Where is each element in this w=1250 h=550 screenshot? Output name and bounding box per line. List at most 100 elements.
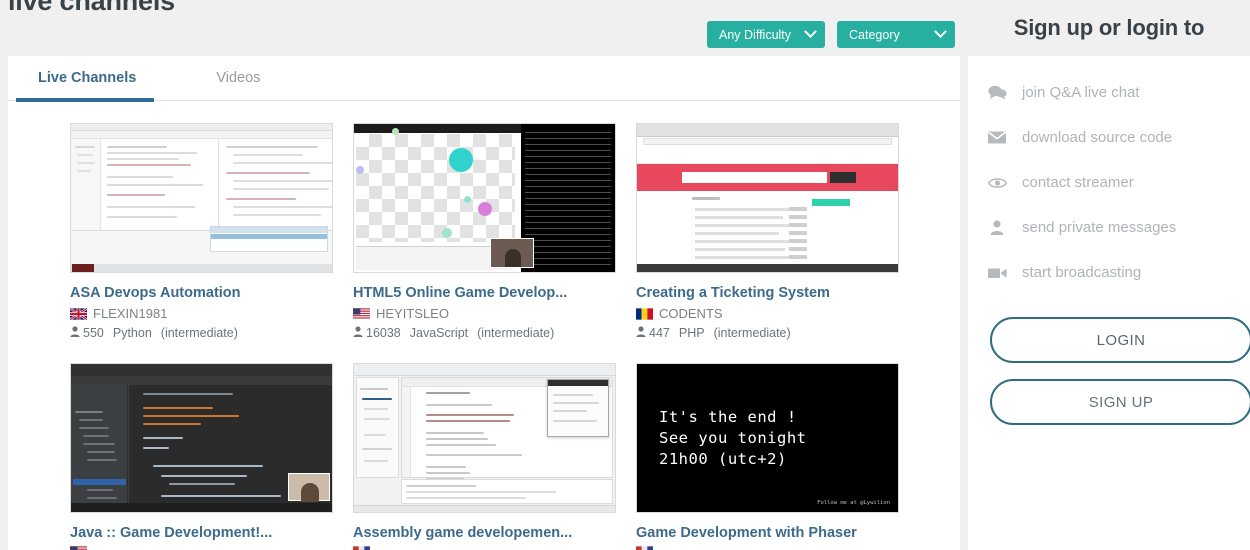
main-panel: Live Channels Videos ASA Devops Automati… [8, 56, 960, 550]
sidebar-feature-label: contact streamer [1022, 174, 1134, 191]
page-root: live channels Any Difficulty Category Li… [0, 0, 1250, 550]
viewer-count-value: 550 [83, 326, 104, 340]
channel-meta: 447 PHP (intermediate) [636, 326, 899, 340]
difficulty-filter-label: Any Difficulty [719, 27, 792, 42]
channel-difficulty: (intermediate) [477, 326, 555, 340]
channel-thumbnail[interactable] [353, 363, 616, 513]
sidebar-feature-join-chat: join Q&A live chat [968, 70, 1250, 115]
envelope-icon [986, 131, 1008, 144]
sidebar-feature-start-broadcasting: start broadcasting [968, 250, 1250, 295]
signup-button[interactable]: SIGN UP [990, 379, 1250, 425]
viewer-count: 16038 [353, 326, 401, 340]
channel-card: It's the end ! See you tonight 21h00 (ut… [636, 363, 899, 550]
channel-user-name: HEYITSLEO [376, 306, 449, 321]
uk-flag-icon [69, 306, 88, 321]
channel-card: Java :: Game Development!... [70, 363, 333, 550]
thumbnail-art-light-ide [71, 124, 332, 272]
channel-thumbnail[interactable]: It's the end ! See you tonight 21h00 (ut… [636, 363, 899, 513]
auth-buttons: LOGIN SIGN UP [968, 317, 1250, 425]
channel-meta: 550 Python (intermediate) [70, 326, 333, 340]
sidebar-feature-label: send private messages [1022, 219, 1177, 236]
channel-user-name: CODENTS [659, 306, 723, 321]
login-button[interactable]: LOGIN [990, 317, 1250, 363]
channel-user [70, 546, 333, 550]
channel-user: HEYITSLEO [353, 306, 616, 321]
channel-card: ASA Devops Automation FLEXIN1981 550 Pyt… [69, 123, 333, 363]
sidebar-feature-label: join Q&A live chat [1022, 84, 1140, 101]
channel-card: Creating a Ticketing System CODENTS 447 … [636, 123, 899, 363]
sidebar-body: join Q&A live chat download source code [968, 56, 1250, 550]
slide-line-3: 21h00 (utc+2) [659, 449, 787, 468]
viewer-count-value: 16038 [366, 326, 401, 340]
user-icon [636, 326, 646, 340]
us-flag-icon [70, 546, 87, 550]
difficulty-filter-dropdown[interactable]: Any Difficulty [707, 21, 825, 48]
other-flag-icon [353, 546, 370, 550]
us-flag-icon [353, 307, 370, 320]
channel-user [353, 546, 616, 550]
channel-difficulty: (intermediate) [160, 326, 238, 340]
thumbnail-art-text-slide: It's the end ! See you tonight 21h00 (ut… [637, 364, 898, 512]
thumbnail-art-ticket-site [637, 124, 898, 272]
chevron-down-icon [804, 25, 817, 39]
channel-title[interactable]: Game Development with Phaser [636, 525, 899, 541]
channel-meta: 16038 JavaScript (intermediate) [353, 326, 616, 340]
login-button-label: LOGIN [1096, 331, 1146, 349]
channel-language: Python [112, 326, 152, 340]
tab-live-channels-label: Live Channels [38, 70, 137, 86]
viewer-count-value: 447 [649, 326, 670, 340]
slide-signature: Follow me at @Lywilion [817, 500, 890, 506]
signup-button-label: SIGN UP [1088, 393, 1154, 411]
page-title: live channels [8, 0, 175, 16]
viewer-count: 550 [70, 326, 104, 340]
sidebar-feature-contact-streamer: contact streamer [968, 160, 1250, 205]
channel-thumbnail[interactable] [70, 363, 333, 513]
category-filter-label: Category [849, 27, 900, 42]
viewer-count: 447 [636, 326, 670, 340]
sidebar-feature-label: start broadcasting [1022, 264, 1142, 281]
channel-thumbnail[interactable] [353, 123, 616, 273]
channel-title[interactable]: Java :: Game Development!... [70, 525, 333, 541]
channel-thumbnail[interactable] [636, 123, 899, 273]
channel-language: JavaScript [409, 326, 469, 340]
channel-card: Assembly game developemen... [353, 363, 616, 550]
sidebar-feature-label: download source code [1022, 129, 1173, 146]
channel-language: PHP [678, 326, 705, 340]
sidebar-feature-download-source: download source code [968, 115, 1250, 160]
sidebar-heading: Sign up or login to [1013, 15, 1205, 40]
channel-user-name: FLEXIN1981 [93, 306, 168, 321]
channel-user [636, 546, 899, 550]
tab-live-channels[interactable]: Live Channels [15, 56, 155, 102]
tab-videos[interactable]: Videos [216, 56, 260, 101]
video-camera-icon [986, 267, 1008, 279]
slide-line-1: It's the end ! [659, 407, 797, 426]
tab-videos-label: Videos [216, 70, 261, 86]
filter-bar: Any Difficulty Category [707, 21, 955, 48]
right-sidebar: Sign up or login to join Q&A live chat d… [968, 0, 1250, 550]
channel-title[interactable]: Assembly game developemen... [353, 525, 616, 541]
channel-user: CODENTS [636, 306, 899, 321]
tab-bar: Live Channels Videos [8, 56, 960, 102]
user-icon [353, 326, 363, 340]
user-icon [986, 220, 1008, 235]
sidebar-header: Sign up or login to [968, 0, 1250, 56]
channel-title[interactable]: HTML5 Online Game Develop... [353, 285, 616, 301]
eye-icon [986, 177, 1008, 189]
category-filter-dropdown[interactable]: Category [837, 21, 955, 48]
channel-title[interactable]: ASA Devops Automation [70, 285, 333, 301]
channel-thumbnail[interactable] [70, 123, 333, 273]
terminal-pane [521, 124, 615, 272]
thumbnail-art-dark-ide [71, 364, 332, 512]
thumbnail-art-assembly-ide [354, 364, 615, 512]
ro-flag-icon [636, 307, 653, 320]
other-flag-icon [636, 546, 653, 550]
comments-icon [986, 85, 1008, 100]
user-icon [70, 326, 80, 340]
slide-line-2: See you tonight [659, 428, 807, 447]
channel-grid: ASA Devops Automation FLEXIN1981 550 Pyt… [8, 101, 960, 550]
thumbnail-art-game-terminal [354, 124, 615, 272]
channel-user: FLEXIN1981 [69, 306, 333, 321]
channel-title[interactable]: Creating a Ticketing System [636, 285, 899, 301]
chevron-down-icon [934, 25, 947, 39]
channel-card: HTML5 Online Game Develop... HEYITSLEO 1… [353, 123, 616, 363]
